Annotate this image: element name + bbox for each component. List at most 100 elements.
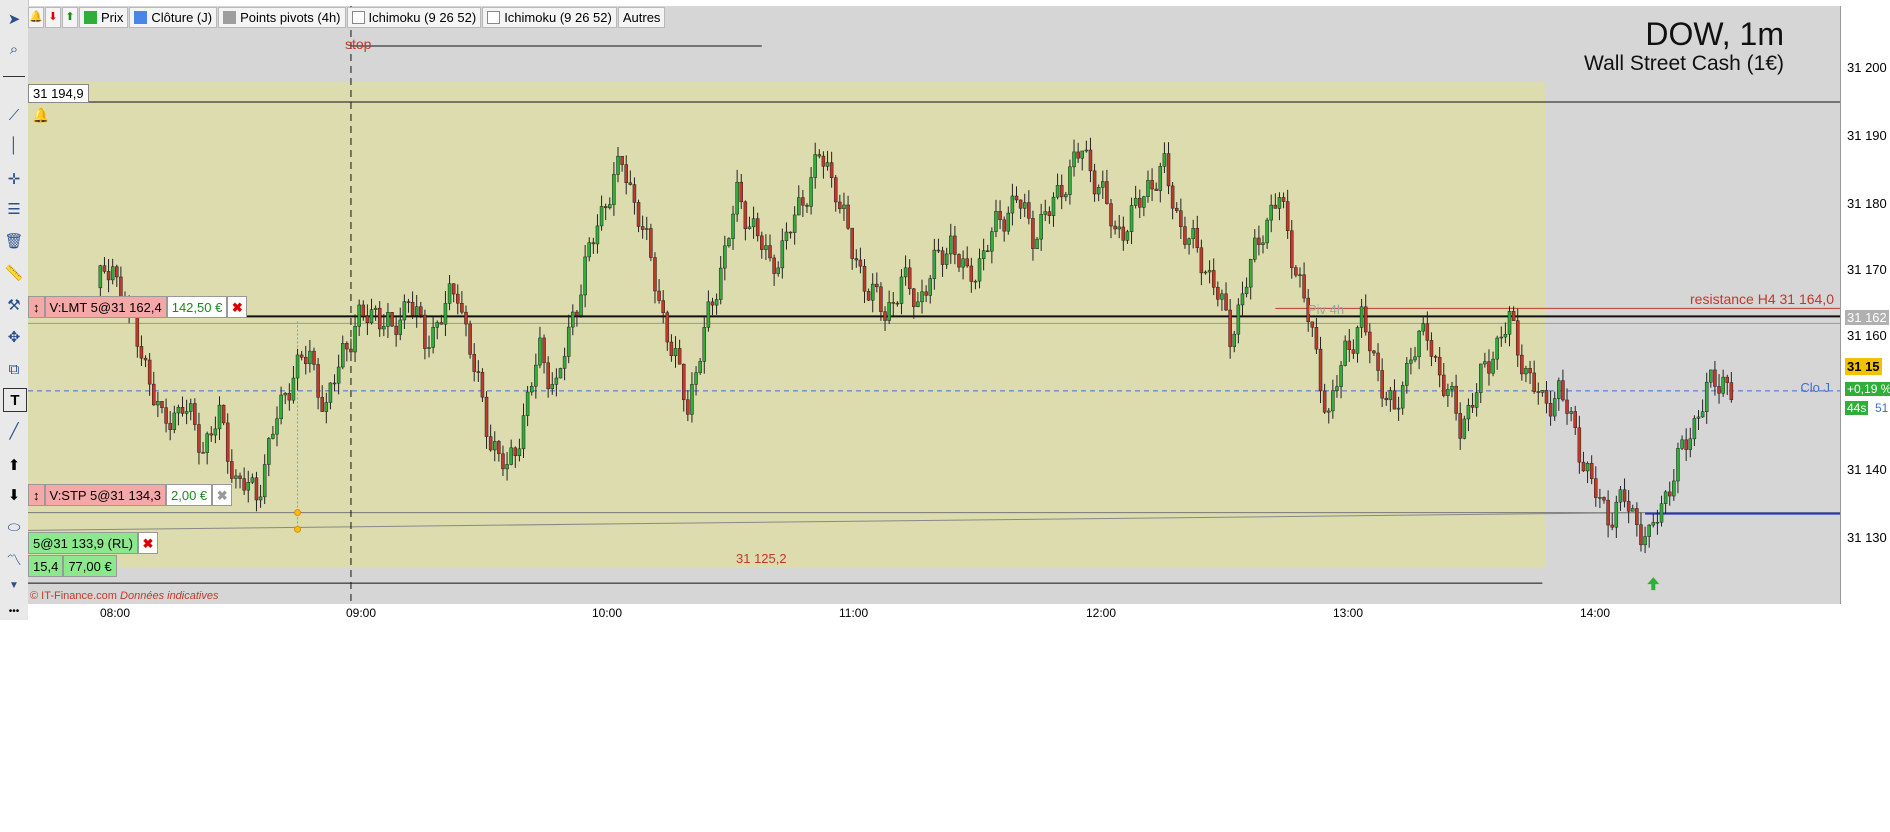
candle-body (846, 204, 850, 229)
position-label[interactable]: 5@31 133,9 (RL) (28, 532, 138, 554)
candle-body (1557, 380, 1561, 399)
candle-body (575, 311, 579, 316)
alert-price-label[interactable]: 31 194,9 (28, 84, 89, 103)
candle-body (1368, 331, 1372, 352)
price-chart[interactable] (28, 6, 1840, 604)
candle-body (920, 291, 924, 303)
lmt-order-label[interactable]: V:LMT 5@31 162,4 (44, 296, 167, 318)
chart-area[interactable]: DOW, 1m Wall Street Cash (1€) stop 31 19… (28, 6, 1840, 604)
toolbar-item-price[interactable]: Prix (79, 6, 129, 28)
candle-body (1047, 211, 1052, 216)
candle-body (940, 250, 945, 265)
candle-body (1322, 390, 1327, 413)
candle-body (883, 311, 887, 321)
arrow-down-icon[interactable]: ⬇ (3, 484, 25, 506)
candle-body (1598, 497, 1602, 499)
bell-icon[interactable]: 🔔 (32, 106, 50, 124)
candle-body (1076, 151, 1080, 159)
toolbar-item-label: Points pivots (4h) (240, 9, 341, 25)
buy-signal-arrow (1647, 577, 1660, 591)
chevron-down-icon[interactable]: ▼ (3, 574, 25, 596)
magnet-icon[interactable]: ⚒ (3, 294, 25, 316)
toolbar-item-ichimoku-2[interactable]: Ichimoku (9 26 52) (482, 6, 617, 28)
candle-body (1002, 219, 1006, 232)
more-icon[interactable]: ••• (3, 600, 25, 622)
candle-body (858, 259, 863, 267)
copy-icon[interactable]: ⧉ (3, 358, 25, 380)
candle-body (706, 301, 711, 328)
toolbar-item-ichimoku-1[interactable]: Ichimoku (9 26 52) (346, 6, 482, 28)
candle-body (1035, 238, 1039, 249)
candle-body (1462, 418, 1467, 439)
stp-order[interactable]: ↕ V:STP 5@31 134,3 2,00 € ✖ (28, 484, 233, 506)
toolbar-item-close[interactable]: Clôture (J) (129, 6, 218, 28)
stop-label: stop (345, 36, 372, 52)
candle-body (423, 314, 427, 349)
candle-body (986, 250, 990, 252)
candle-body (369, 309, 374, 324)
vertical-line-icon[interactable]: │ (3, 134, 25, 156)
candle-body (1281, 197, 1286, 202)
candle-body (476, 371, 481, 373)
stp-handle-icon[interactable]: ↕ (28, 484, 45, 506)
trash-icon[interactable]: 🗑 (3, 230, 25, 252)
text-tool-icon[interactable]: T (3, 388, 27, 412)
trendline-icon[interactable]: ⟋ (3, 104, 25, 126)
candle-body (1240, 293, 1245, 306)
candle-body (1524, 368, 1528, 375)
candle-body (1536, 391, 1541, 393)
lmt-handle-icon[interactable]: ↕ (28, 296, 45, 318)
lmt-cancel-icon[interactable]: ✖ (227, 296, 248, 318)
lmt-order[interactable]: ↕ V:LMT 5@31 162,4 142,50 € ✖ (28, 296, 248, 318)
ruler-icon[interactable]: 📏 (3, 262, 25, 284)
position-close-icon[interactable]: ✖ (137, 532, 158, 554)
candle-body (571, 311, 575, 328)
fibonacci-icon[interactable]: ☰ (3, 198, 25, 220)
ellipse-icon[interactable]: ⬭ (3, 516, 25, 538)
candle-body (788, 231, 793, 234)
candle-body (821, 155, 826, 167)
candle-body (1437, 356, 1442, 376)
stp-order-label[interactable]: V:STP 5@31 134,3 (44, 484, 166, 506)
candle-body (1520, 354, 1524, 375)
move-icon[interactable]: ✥ (3, 326, 25, 348)
candle-body (760, 235, 764, 250)
stp-cancel-icon[interactable]: ✖ (212, 484, 233, 506)
candle-body (1676, 448, 1680, 482)
cursor-icon[interactable]: ➤ (3, 8, 25, 30)
x-tick: 10:00 (592, 606, 623, 620)
stp-order-value: 2,00 € (166, 484, 213, 506)
candle-body (1495, 337, 1499, 360)
resistance-label: resistance H4 31 164,0 (1690, 291, 1834, 307)
candle-body (287, 393, 292, 401)
pivot-label: Piv 4h (1308, 302, 1345, 317)
price-axis[interactable]: 31 200 31 190 31 180 31 170 31 162 31 16… (1840, 6, 1890, 604)
toolbar-item-pivots[interactable]: Points pivots (4h) (218, 6, 346, 28)
alert-settings-icon[interactable]: 🔔 (28, 6, 44, 28)
candle-body (312, 350, 316, 365)
candle-body (1450, 385, 1454, 390)
candle-body (768, 245, 772, 259)
buy-arrow-icon[interactable]: ⬆ (62, 6, 78, 28)
candle-body (743, 201, 748, 229)
line-tool-icon[interactable]: ╱ (3, 420, 25, 442)
candle-body (698, 361, 702, 373)
position-order[interactable]: 5@31 133,9 (RL) ✖ (28, 532, 158, 554)
sell-arrow-icon[interactable]: ⬇ (45, 6, 61, 28)
candle-body (1359, 306, 1364, 328)
candle-body (677, 348, 682, 365)
candle-body (780, 240, 785, 269)
candle-body (665, 312, 670, 343)
candle-body (1466, 405, 1471, 420)
candle-body (608, 204, 612, 209)
arrow-up-icon[interactable]: ⬆ (3, 454, 25, 476)
candle-body (1647, 524, 1651, 537)
fan-icon[interactable]: ✛ (3, 168, 25, 190)
candle-body (710, 301, 715, 306)
candle-body (1483, 361, 1487, 365)
indicator-icon[interactable]: 〽 (3, 548, 25, 570)
zoom-icon[interactable]: ⌕ (3, 38, 25, 60)
time-axis[interactable]: 08:00 09:00 10:00 11:00 12:00 13:00 14:0… (28, 604, 1840, 620)
candle-body (332, 382, 337, 385)
toolbar-item-others[interactable]: Autres (617, 6, 666, 28)
